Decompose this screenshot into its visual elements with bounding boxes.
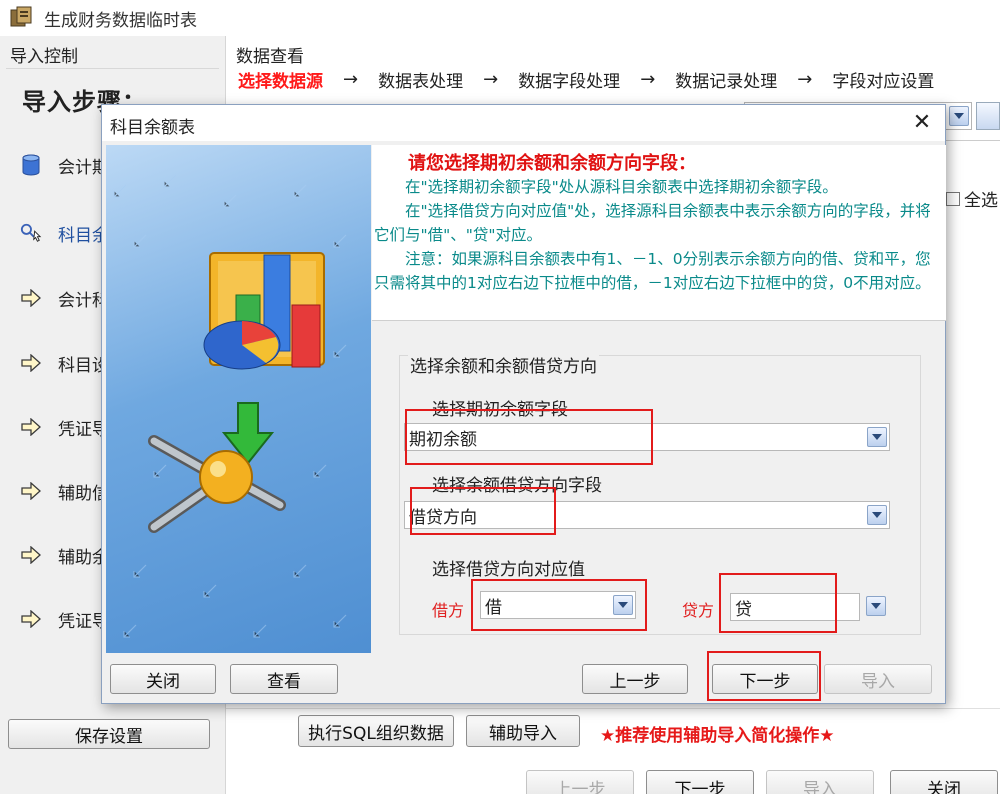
direction-mapping-label: 选择借贷方向对应值 <box>432 560 585 580</box>
groupbox-title: 选择余额和余额借贷方向 <box>408 352 599 377</box>
dialog-title: 科目余额表 <box>110 118 195 138</box>
select-all-checkbox[interactable]: 全选 <box>946 186 998 211</box>
aux-import-button[interactable]: 辅助导入 <box>466 715 580 747</box>
arrow-right-icon <box>20 352 42 374</box>
table-icon-button[interactable] <box>976 102 1000 130</box>
debit-label: 借方 <box>432 601 465 620</box>
instruction-line: 注意：如果源科目余额表中有1、－1、0分别表示余额方向的借、贷和平，您只需将其中… <box>374 250 931 292</box>
arrow-right-icon <box>20 416 42 438</box>
flow-step-records[interactable]: 数据记录处理 <box>675 67 777 92</box>
app-icon <box>10 6 32 27</box>
run-sql-button[interactable]: 执行SQL组织数据 <box>298 715 454 747</box>
instructions-body: 在"选择期初余额字段"处从源科目余额表中选择期初余额字段。 在"选择借贷方向对应… <box>374 175 940 295</box>
arrow-right-icon <box>20 608 42 630</box>
flow-step-select-source[interactable]: 选择数据源 <box>238 67 323 92</box>
highlight-box <box>471 579 647 631</box>
instruction-line: 在"选择期初余额字段"处从源科目余额表中选择期初余额字段。 <box>405 178 838 196</box>
highlight-box <box>410 487 556 535</box>
window-titlebar: 生成财务数据临时表 <box>0 0 1000 36</box>
import-control-header: 导入控制 <box>10 47 78 67</box>
dialog-prev-button[interactable]: 上一步 <box>582 664 688 694</box>
arrow-right-icon <box>20 544 42 566</box>
arrow-right-icon <box>20 287 42 309</box>
close-icon[interactable]: ✕ <box>907 107 937 137</box>
chevron-down-icon[interactable] <box>867 505 887 525</box>
save-settings-button[interactable]: 保存设置 <box>8 719 210 749</box>
highlight-box <box>405 409 653 465</box>
flow-step-fields[interactable]: 数据字段处理 <box>518 67 620 92</box>
database-icon <box>20 154 42 176</box>
chevron-down-icon[interactable] <box>949 106 969 126</box>
dialog-titlebar: 科目余额表 ✕ <box>102 105 945 141</box>
main-import-button[interactable]: 导入 <box>766 770 874 794</box>
main-next-button[interactable]: 下一步 <box>646 770 754 794</box>
recommend-notice: ★推荐使用辅助导入简化操作★ <box>600 726 835 746</box>
main-prev-button[interactable]: 上一步 <box>526 770 634 794</box>
dialog-import-button[interactable]: 导入 <box>824 664 932 694</box>
dialog-next-button[interactable]: 下一步 <box>712 664 818 694</box>
import-flow-breadcrumb: 选择数据源 → 数据表处理 → 数据字段处理 → 数据记录处理 → 字段对应设置 <box>238 64 934 94</box>
wizard-illustration <box>106 145 371 653</box>
instruction-line: 在"选择借贷方向对应值"处，选择源科目余额表中表示余额方向的字段，并将它们与"借… <box>374 202 931 244</box>
wizard-art-icon <box>113 174 347 638</box>
dialog-close-button[interactable]: 关闭 <box>110 664 216 694</box>
flow-step-table[interactable]: 数据表处理 <box>378 67 463 92</box>
chevron-down-icon[interactable] <box>866 596 886 616</box>
highlight-box <box>719 573 837 633</box>
divider <box>944 140 1000 141</box>
flow-arrow-icon: → <box>797 68 813 90</box>
flow-arrow-icon: → <box>483 68 499 90</box>
instructions-title: 请您选择期初余额和余额方向字段： <box>408 153 696 174</box>
account-balance-dialog: 科目余额表 ✕ 请您选择期初余额和余额方向字段： 在"选择期初余额字段"处从源科… <box>101 104 946 704</box>
checkbox-icon[interactable] <box>946 191 960 206</box>
search-cursor-icon <box>20 222 42 244</box>
main-close-button[interactable]: 关闭 <box>890 770 998 794</box>
divider <box>6 68 219 69</box>
window-title: 生成财务数据临时表 <box>44 11 197 31</box>
dialog-view-button[interactable]: 查看 <box>230 664 338 694</box>
flow-arrow-icon: → <box>640 68 656 90</box>
flow-step-mapping[interactable]: 字段对应设置 <box>832 67 934 92</box>
chevron-down-icon[interactable] <box>867 427 887 447</box>
select-all-label: 全选 <box>964 191 998 211</box>
flow-arrow-icon: → <box>343 68 359 90</box>
divider <box>226 708 1000 709</box>
credit-label: 贷方 <box>682 601 715 620</box>
arrow-right-icon <box>20 480 42 502</box>
instructions-panel: 请您选择期初余额和余额方向字段： 在"选择期初余额字段"处从源科目余额表中选择期… <box>372 145 946 321</box>
